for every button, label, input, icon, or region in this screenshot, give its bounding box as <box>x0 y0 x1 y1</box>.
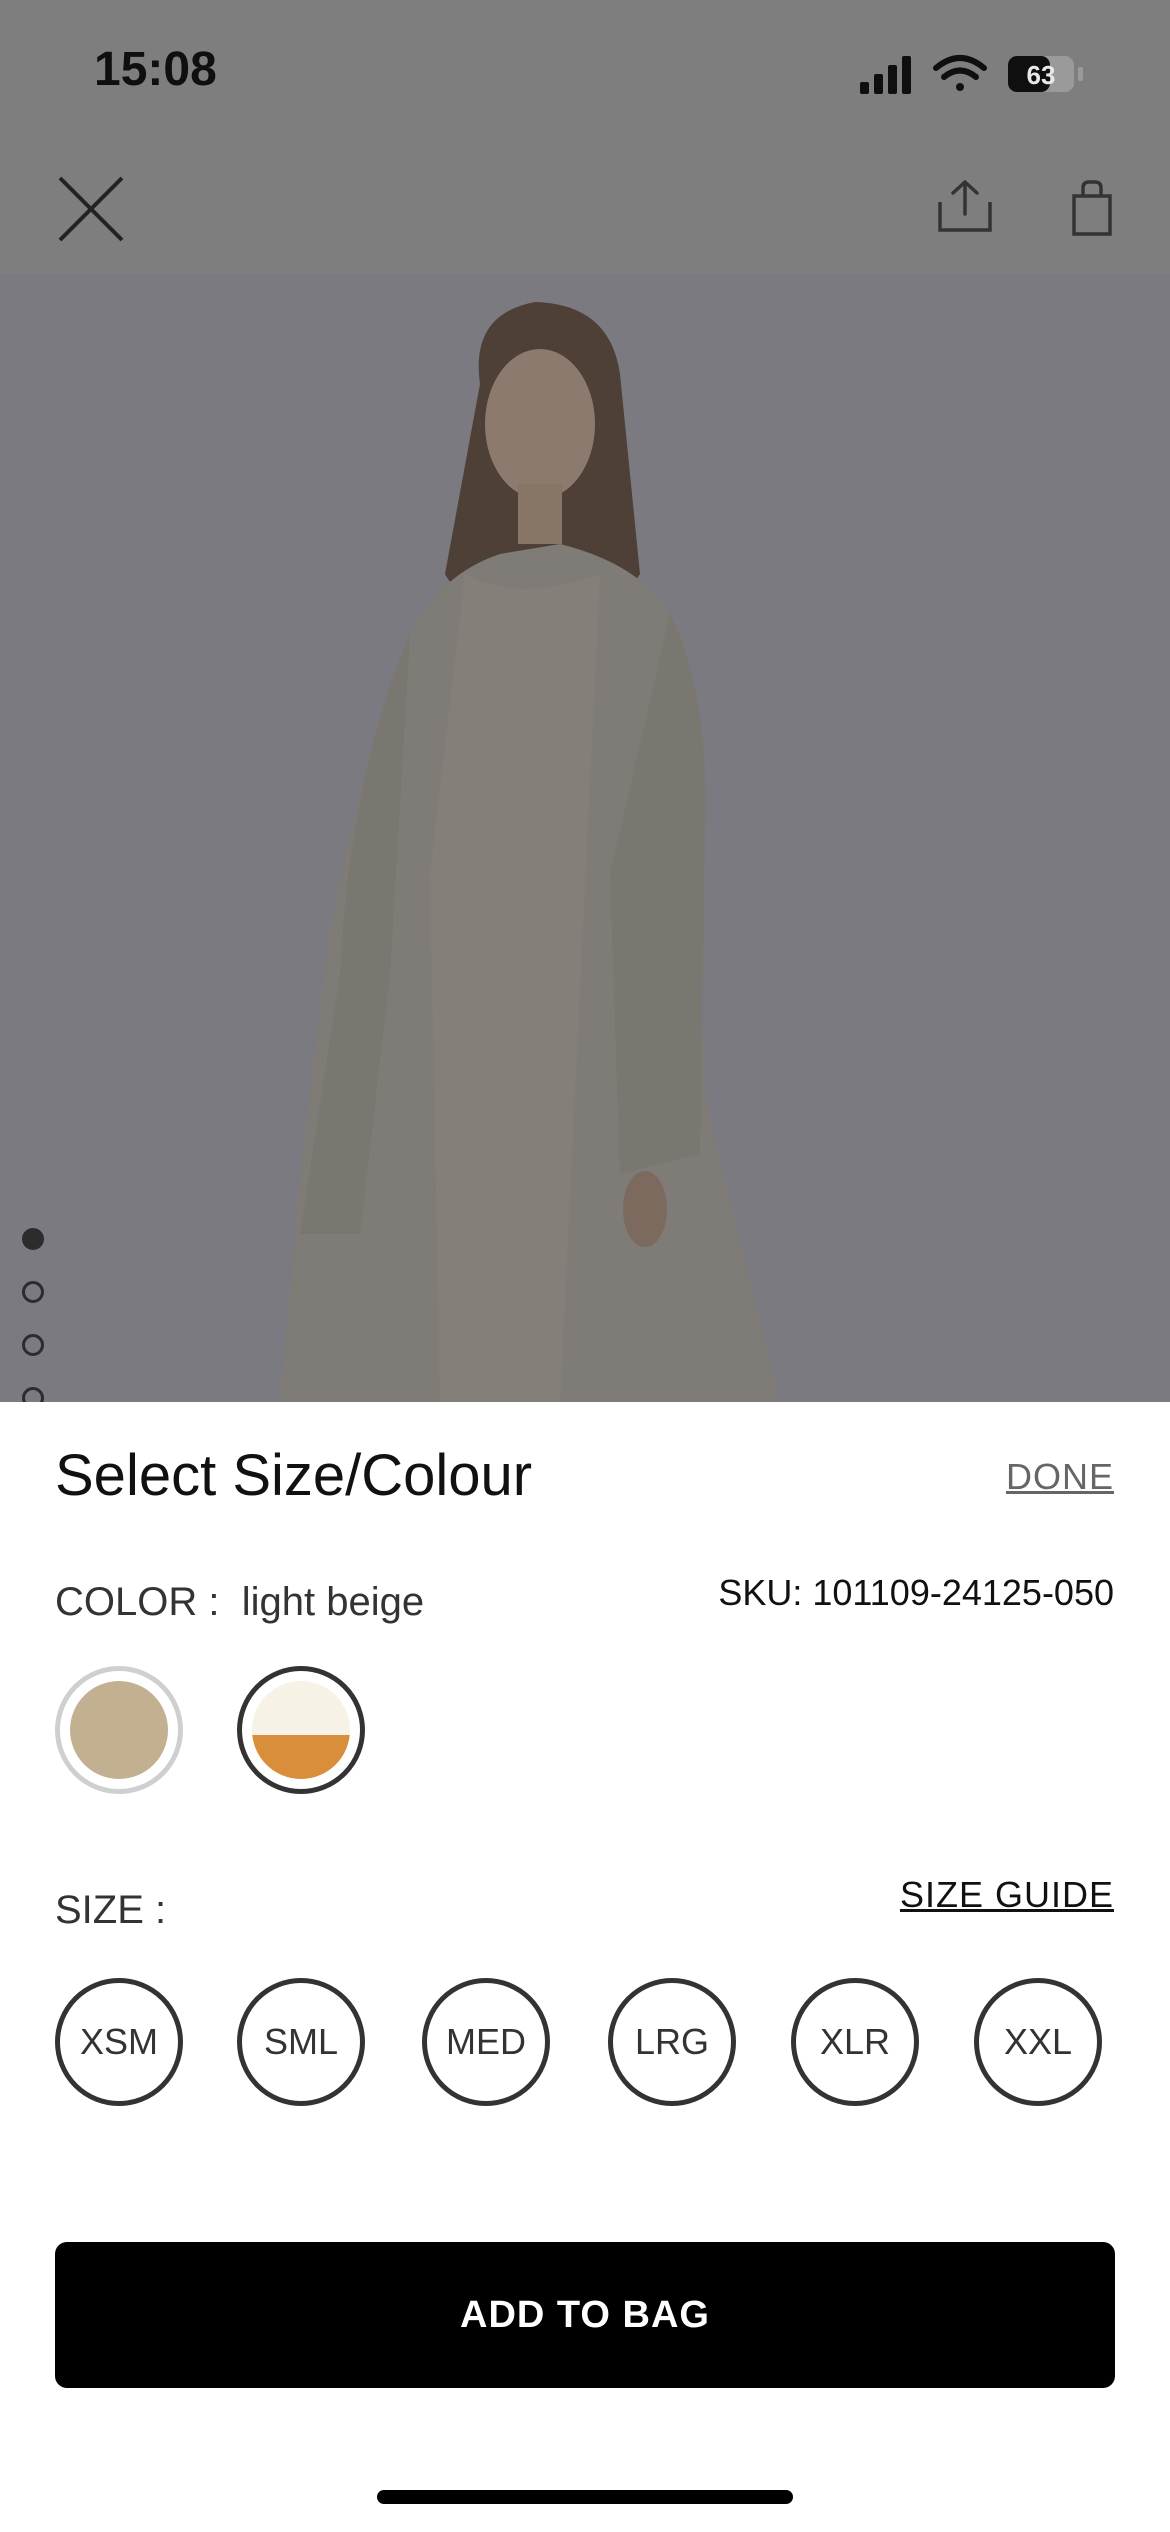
color-label: COLOR : light beige <box>55 1580 424 1625</box>
size-option-sml[interactable]: SML <box>237 1978 365 2106</box>
done-button[interactable]: DONE <box>1006 1456 1114 1498</box>
size-colour-sheet: Select Size/Colour DONE COLOR : light be… <box>0 1402 1170 2532</box>
gallery-dot[interactable] <box>22 1387 44 1402</box>
wifi-icon <box>933 55 987 91</box>
status-time: 15:08 <box>94 43 217 96</box>
home-indicator <box>377 2490 793 2504</box>
close-icon[interactable] <box>56 174 126 244</box>
size-option-xlr[interactable]: XLR <box>791 1978 919 2106</box>
top-bar <box>0 140 1170 274</box>
gallery-dot[interactable] <box>22 1281 44 1303</box>
shopping-bag-icon[interactable] <box>1068 180 1116 236</box>
size-guide-link[interactable]: SIZE GUIDE <box>900 1874 1114 1916</box>
size-option-med[interactable]: MED <box>422 1978 550 2106</box>
sku-text: SKU: 101109-24125-050 <box>718 1572 1114 1613</box>
add-to-bag-button[interactable]: ADD TO BAG <box>55 2242 1115 2388</box>
sheet-title: Select Size/Colour <box>55 1443 533 1508</box>
gallery-pagination <box>22 1228 52 1402</box>
color-swatch-light-beige[interactable] <box>55 1666 183 1794</box>
color-swatch-alternate[interactable] <box>237 1666 365 1794</box>
status-icons: 63 <box>860 55 1083 94</box>
color-value: light beige <box>241 1580 425 1624</box>
product-image[interactable] <box>0 274 1170 1402</box>
battery-icon: 63 <box>1008 56 1083 92</box>
gallery-dot[interactable] <box>22 1228 44 1250</box>
size-option-lrg[interactable]: LRG <box>608 1978 736 2106</box>
status-bar: 15:08 63 <box>0 0 1170 140</box>
battery-level: 63 <box>1027 60 1056 90</box>
gallery-dot[interactable] <box>22 1334 44 1356</box>
model-figure <box>0 274 1170 1402</box>
color-label-text: COLOR : <box>55 1580 220 1624</box>
size-option-xxl[interactable]: XXL <box>974 1978 1102 2106</box>
cellular-signal-icon <box>860 56 911 94</box>
size-label: SIZE : <box>55 1888 167 1932</box>
size-option-xsm[interactable]: XSM <box>55 1978 183 2106</box>
share-icon[interactable] <box>936 178 994 234</box>
